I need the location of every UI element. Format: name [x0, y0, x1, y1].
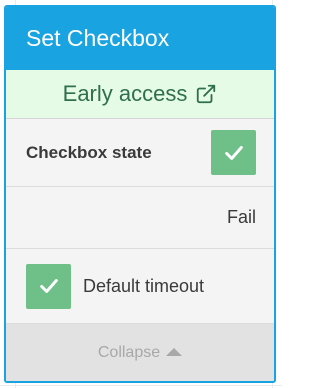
checkbox-state-label: Checkbox state: [26, 142, 152, 162]
set-checkbox-panel: Set Checkbox Early access Checkbox state…: [4, 5, 276, 383]
checkmark-icon: [224, 145, 243, 160]
collapse-label: Collapse: [97, 343, 161, 361]
early-access-link[interactable]: Early access: [6, 70, 274, 119]
collapse-button[interactable]: Collapse: [6, 324, 274, 381]
checkbox-state-row: Checkbox state: [6, 119, 274, 187]
default-timeout-row: Default timeout: [6, 249, 274, 324]
caret-up-icon: [166, 347, 183, 356]
default-timeout-label: Default timeout: [83, 275, 205, 296]
fail-row: Fail: [6, 187, 274, 249]
early-access-label: Early access: [62, 81, 188, 106]
checkmark-icon: [39, 279, 58, 293]
grid-line: [0, 385, 282, 386]
panel-title[interactable]: Set Checkbox: [6, 7, 274, 70]
canvas: Set Checkbox Early access Checkbox state…: [0, 0, 282, 388]
fail-label: Fail: [226, 207, 256, 227]
external-link-icon: [195, 83, 217, 105]
default-timeout-checkbox[interactable]: [26, 263, 71, 309]
checkbox-state-checkbox[interactable]: [211, 130, 256, 175]
